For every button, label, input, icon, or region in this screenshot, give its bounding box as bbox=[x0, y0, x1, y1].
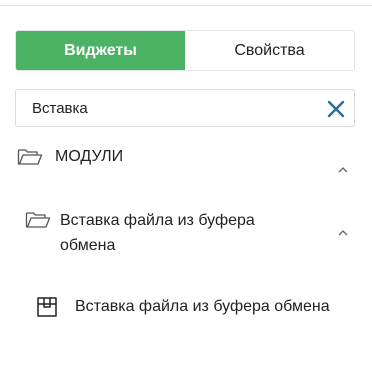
tab-widgets[interactable]: Виджеты bbox=[16, 31, 185, 70]
search-input[interactable] bbox=[16, 90, 316, 126]
tree-group-label: МОДУЛИ bbox=[55, 148, 124, 165]
tree-item[interactable]: Вставка файла из буфера обмена bbox=[34, 294, 330, 320]
tree-group-modules[interactable]: МОДУЛИ bbox=[17, 147, 123, 167]
tree-item-label: Вставка файла из буфера обмена bbox=[75, 298, 330, 315]
tree-subgroup-label-line1: Вставка файла из буфера bbox=[60, 212, 255, 229]
top-divider bbox=[0, 0, 372, 6]
chevron-up-icon[interactable] bbox=[337, 161, 349, 173]
folder-open-icon bbox=[25, 210, 51, 230]
box-icon bbox=[34, 294, 60, 320]
tab-properties[interactable]: Свойства bbox=[185, 31, 354, 70]
tab-bar: Виджеты Свойства bbox=[15, 30, 355, 71]
search-box bbox=[15, 89, 355, 127]
clear-icon[interactable] bbox=[326, 99, 346, 119]
chevron-up-icon[interactable] bbox=[337, 224, 349, 236]
folder-open-icon bbox=[17, 147, 43, 167]
tree-subgroup-label-line2: обмена bbox=[60, 237, 116, 254]
tree-subgroup[interactable]: Вставка файла из буфера обмена bbox=[25, 208, 310, 258]
tree-subgroup-label: Вставка файла из буфера обмена bbox=[60, 208, 310, 258]
